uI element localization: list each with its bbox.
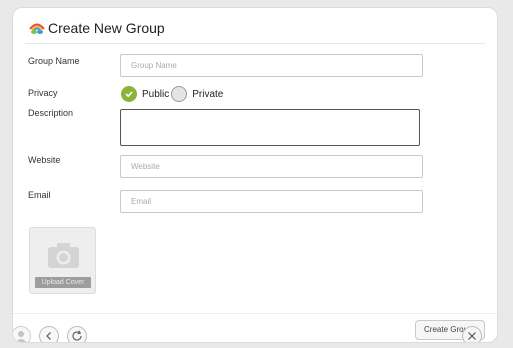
- website-label: Website: [28, 155, 61, 165]
- public-option-label[interactable]: Public: [142, 89, 169, 100]
- footer-divider: [13, 313, 497, 314]
- email-input[interactable]: [120, 190, 423, 213]
- back-button[interactable]: [39, 326, 59, 342]
- create-group-dialog: Create New Group Group Name Privacy Publ…: [12, 7, 498, 343]
- camera-icon: [48, 243, 79, 268]
- user-avatar-button[interactable]: [13, 326, 31, 342]
- groups-logo-icon: [29, 23, 45, 34]
- privacy-label: Privacy: [28, 88, 58, 98]
- website-input[interactable]: [120, 155, 423, 178]
- header-divider: [25, 43, 485, 44]
- checkmark-icon: [125, 91, 133, 98]
- upload-cover-label: Upload Cover: [35, 277, 91, 288]
- private-option-label[interactable]: Private: [192, 89, 223, 100]
- privacy-radio-group: Public Private: [121, 86, 223, 102]
- refresh-icon: [72, 330, 82, 341]
- group-name-input[interactable]: [120, 54, 423, 77]
- description-textarea[interactable]: [120, 109, 420, 146]
- close-icon: [468, 332, 476, 340]
- email-label: Email: [28, 190, 51, 200]
- refresh-button[interactable]: [67, 326, 87, 342]
- chevron-left-icon: [46, 332, 51, 340]
- private-radio[interactable]: [171, 86, 188, 102]
- description-label: Description: [28, 108, 74, 118]
- upload-cover-button[interactable]: Upload Cover: [29, 227, 96, 294]
- dialog-header: Create New Group: [28, 20, 165, 36]
- page-title: Create New Group: [48, 20, 165, 36]
- public-radio[interactable]: [121, 86, 137, 102]
- group-name-label: Group Name: [28, 56, 80, 66]
- close-button[interactable]: [462, 326, 482, 342]
- user-icon: [15, 331, 27, 342]
